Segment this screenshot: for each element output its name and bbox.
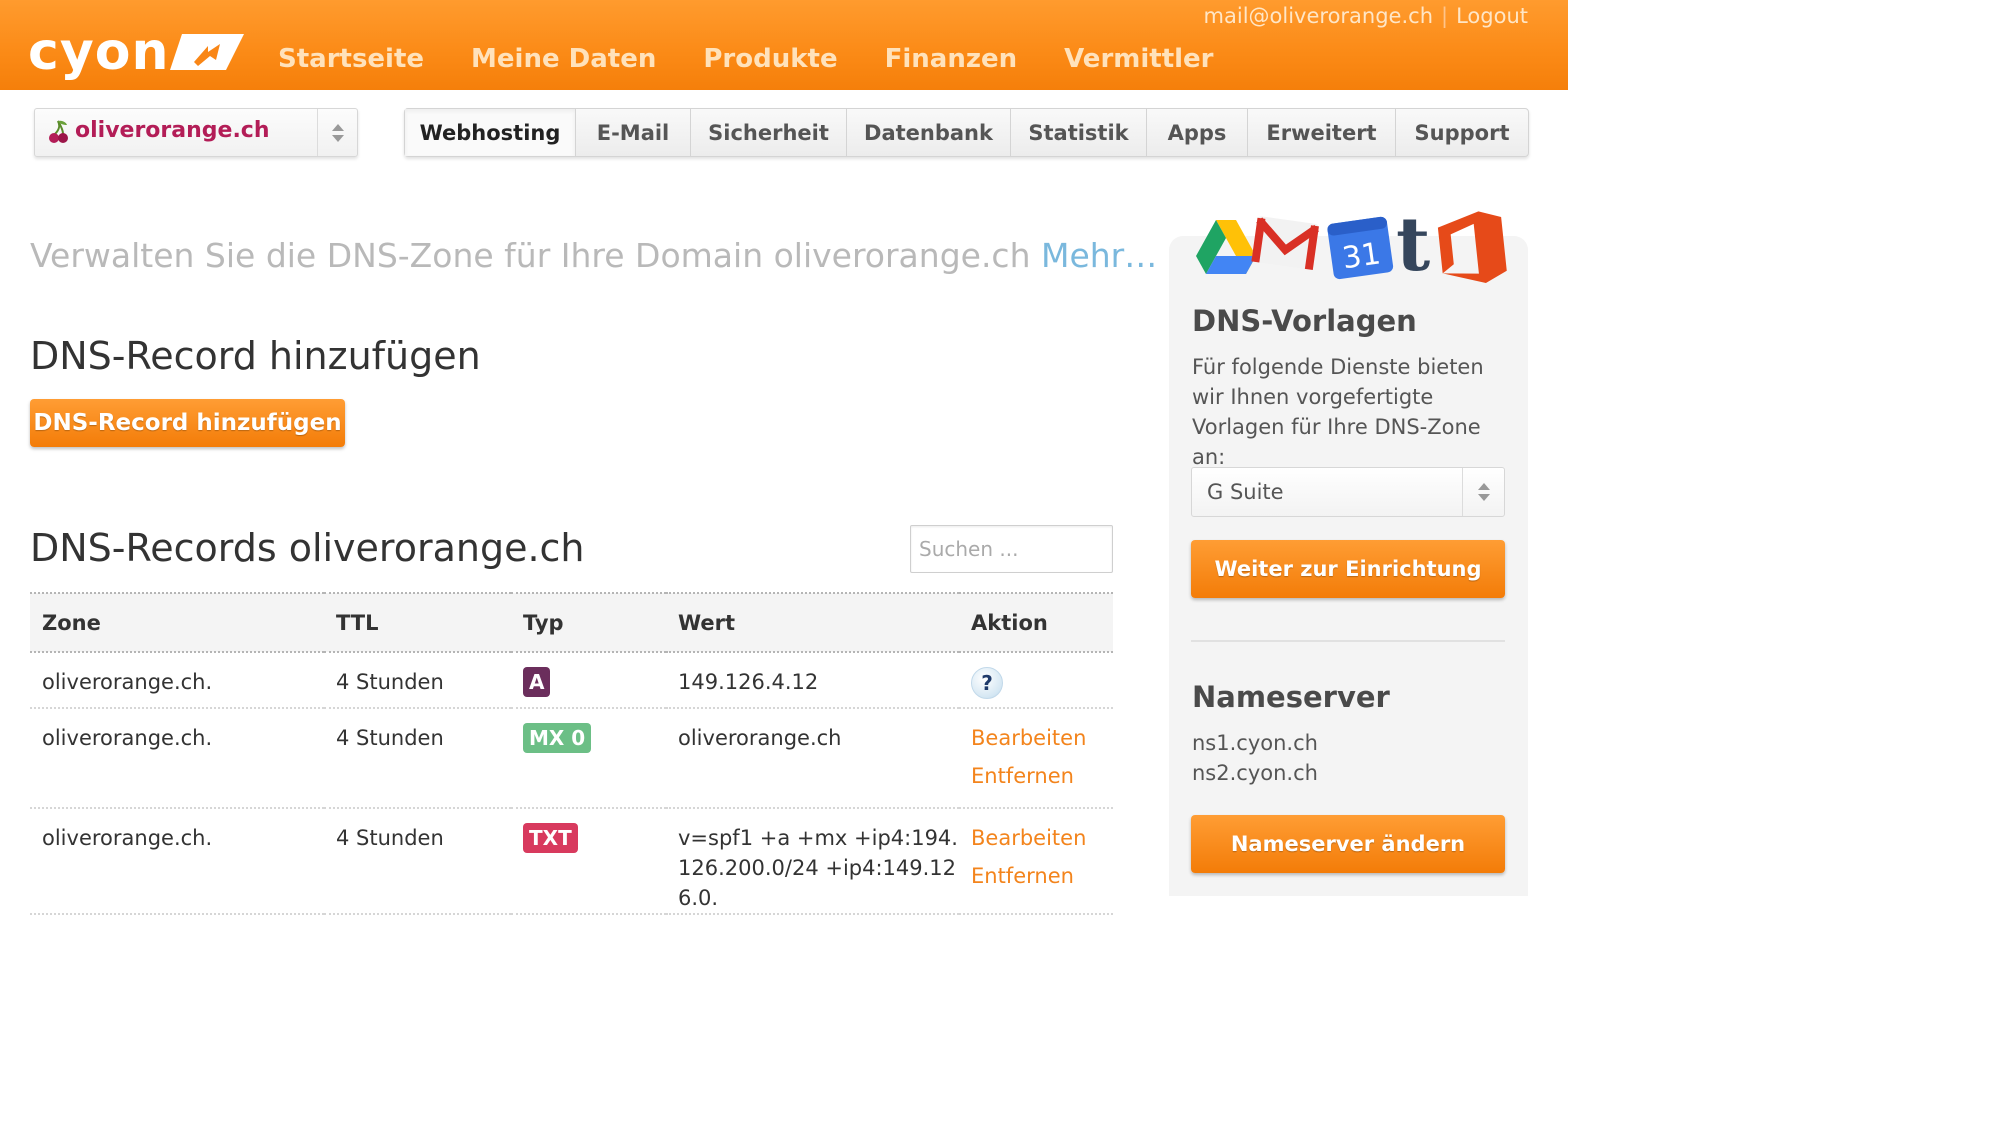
edit-record-link[interactable]: Bearbeiten — [971, 823, 1113, 853]
tab-datenbank[interactable]: Datenbank — [847, 109, 1011, 156]
template-select[interactable]: G Suite — [1191, 467, 1505, 517]
cell-type: MX 0 — [511, 708, 666, 809]
nav-vermittler[interactable]: Vermittler — [1064, 44, 1213, 74]
intro-sentence: Verwalten Sie die DNS-Zone für Ihre Doma… — [30, 236, 1041, 275]
cyon-logo[interactable]: cyon — [28, 22, 244, 82]
tab-apps[interactable]: Apps — [1147, 109, 1248, 156]
column-header-zone[interactable]: Zone — [30, 592, 324, 653]
records-heading: DNS-Records oliverorange.ch — [30, 526, 585, 570]
domain-select[interactable]: oliverorange.ch — [34, 108, 358, 157]
template-select-value: G Suite — [1207, 480, 1284, 504]
table-row: oliverorange.ch. 4 Stunden TXT v=spf1 +a… — [30, 808, 1113, 915]
nav-meine-daten[interactable]: Meine Daten — [471, 44, 656, 74]
record-type-badge: MX 0 — [523, 723, 592, 753]
cell-action: Bearbeiten Entfernen — [959, 808, 1113, 915]
cell-value: oliverorange.ch — [666, 708, 959, 809]
tab-webhosting[interactable]: Webhosting — [405, 109, 576, 156]
add-record-heading: DNS-Record hinzufügen — [30, 334, 481, 378]
google-calendar-icon: 31 — [1327, 216, 1394, 280]
templates-heading: DNS-Vorlagen — [1192, 304, 1417, 338]
table-row: oliverorange.ch. 4 Stunden A 149.126.4.1… — [30, 652, 1113, 709]
product-tabs: Webhosting E-Mail Sicherheit Datenbank S… — [404, 108, 1529, 157]
cell-action: Bearbeiten Entfernen — [959, 708, 1113, 809]
dns-records-table: Zone TTL Typ Wert Aktion oliverorange.ch… — [30, 592, 1113, 915]
cell-ttl: 4 Stunden — [324, 652, 511, 709]
top-header: cyon Startseite Meine Daten Produkte Fin… — [0, 0, 1568, 90]
column-header-aktion: Aktion — [959, 592, 1113, 653]
tab-support[interactable]: Support — [1396, 109, 1528, 156]
cell-type: A — [511, 652, 666, 709]
record-type-badge: A — [523, 667, 551, 697]
logo-wordmark: cyon — [28, 22, 170, 82]
cell-zone: oliverorange.ch. — [30, 808, 324, 915]
column-header-typ[interactable]: Typ — [511, 592, 666, 653]
main-navigation: Startseite Meine Daten Produkte Finanzen… — [278, 44, 1214, 74]
sidebar-divider — [1191, 640, 1505, 642]
table-row: oliverorange.ch. 4 Stunden MX 0 oliveror… — [30, 708, 1113, 809]
logo-arrow-icon — [170, 34, 244, 70]
question-circle-icon[interactable]: ? — [971, 667, 1003, 699]
change-nameserver-button[interactable]: Nameserver ändern — [1191, 815, 1505, 873]
updown-arrows-icon — [317, 109, 357, 156]
cell-value: v=spf1 +a +mx +ip4:194.126.200.0/24 +ip4… — [666, 808, 959, 915]
templates-description: Für folgende Dienste bieten wir Ihnen vo… — [1192, 355, 1484, 469]
more-link[interactable]: Mehr… — [1041, 236, 1157, 275]
nameserver-item: ns2.cyon.ch — [1192, 761, 1318, 785]
continue-setup-button[interactable]: Weiter zur Einrichtung — [1191, 540, 1505, 598]
nameserver-heading: Nameserver — [1192, 680, 1390, 714]
intro-text: Verwalten Sie die DNS-Zone für Ihre Doma… — [30, 236, 1157, 275]
cell-zone: oliverorange.ch. — [30, 652, 324, 709]
user-separator: | — [1441, 4, 1449, 28]
nav-startseite[interactable]: Startseite — [278, 44, 424, 74]
add-record-button[interactable]: DNS-Record hinzufügen — [30, 399, 345, 447]
tab-erweitert[interactable]: Erweitert — [1248, 109, 1396, 156]
tab-email[interactable]: E-Mail — [576, 109, 691, 156]
cell-ttl: 4 Stunden — [324, 708, 511, 809]
user-email-link[interactable]: mail@oliverorange.ch — [1204, 4, 1433, 28]
tab-statistik[interactable]: Statistik — [1011, 109, 1147, 156]
logout-link[interactable]: Logout — [1456, 4, 1528, 28]
cell-value: 149.126.4.12 — [666, 652, 959, 709]
search-input[interactable] — [910, 525, 1113, 573]
nameserver-list: ns1.cyon.ch ns2.cyon.ch — [1192, 728, 1318, 788]
column-header-ttl[interactable]: TTL — [324, 592, 511, 653]
office-icon — [1437, 211, 1507, 283]
nav-produkte[interactable]: Produkte — [703, 44, 837, 74]
edit-record-link[interactable]: Bearbeiten — [971, 723, 1113, 753]
service-logos: 31 t — [1196, 202, 1507, 286]
remove-record-link[interactable]: Entfernen — [971, 761, 1113, 791]
gmail-icon — [1251, 216, 1319, 270]
svg-text:t: t — [1396, 202, 1430, 286]
calendar-day-number: 31 — [1340, 236, 1383, 276]
tumblr-icon: t — [1396, 202, 1430, 286]
remove-record-link[interactable]: Entfernen — [971, 861, 1113, 891]
cell-action: ? — [959, 652, 1113, 709]
user-box: mail@oliverorange.ch | Logout — [1204, 4, 1528, 28]
domain-select-value: oliverorange.ch — [75, 118, 270, 143]
cell-ttl: 4 Stunden — [324, 808, 511, 915]
table-header-row: Zone TTL Typ Wert Aktion — [30, 592, 1113, 653]
tab-sicherheit[interactable]: Sicherheit — [691, 109, 847, 156]
cell-type: TXT — [511, 808, 666, 915]
google-drive-icon — [1196, 220, 1256, 274]
cell-zone: oliverorange.ch. — [30, 708, 324, 809]
cherry-icon — [49, 120, 68, 143]
record-type-badge: TXT — [523, 823, 578, 853]
column-header-wert[interactable]: Wert — [666, 592, 959, 653]
updown-arrows-icon — [1462, 468, 1504, 516]
nameserver-item: ns1.cyon.ch — [1192, 731, 1318, 755]
nav-finanzen[interactable]: Finanzen — [885, 44, 1018, 74]
